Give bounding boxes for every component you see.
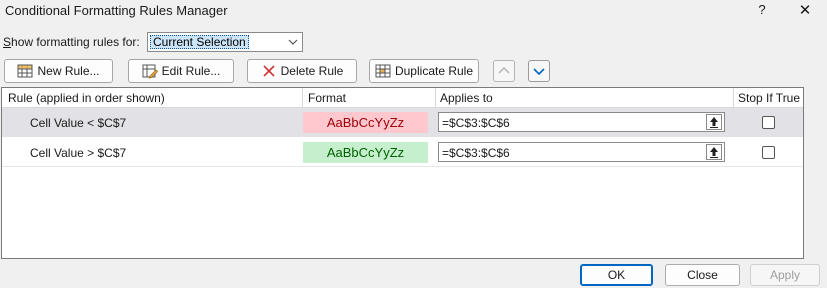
duplicate-rule-label: Duplicate Rule bbox=[394, 64, 474, 78]
edit-rule-label: Edit Rule... bbox=[161, 64, 221, 78]
delete-rule-label: Delete Rule bbox=[280, 64, 344, 78]
rule-description: Cell Value > $C$7 bbox=[30, 146, 127, 160]
show-rules-label: Show formatting rules for: bbox=[3, 35, 140, 49]
grid-header: Rule (applied in order shown) Format App… bbox=[2, 88, 803, 108]
close-button[interactable]: Close bbox=[665, 264, 740, 286]
range-selector-button[interactable] bbox=[706, 114, 722, 130]
show-rules-selected-value: Current Selection bbox=[150, 35, 249, 49]
chevron-up-icon bbox=[494, 67, 514, 84]
rules-grid: Rule (applied in order shown) Format App… bbox=[1, 87, 804, 259]
close-window-button[interactable]: ✕ bbox=[794, 1, 816, 21]
rule-row[interactable]: Cell Value < $C$7 AaBbCcYyZz =$C$3:$C$6 bbox=[2, 108, 803, 137]
collapse-arrow-icon bbox=[710, 147, 718, 158]
applies-to-field[interactable]: =$C$3:$C$6 bbox=[438, 142, 725, 162]
col-header-format: Format bbox=[308, 91, 347, 105]
col-header-rule: Rule (applied in order shown) bbox=[8, 91, 165, 105]
col-header-applies-to: Applies to bbox=[440, 91, 493, 105]
help-button[interactable]: ? bbox=[752, 2, 772, 20]
move-up-button[interactable] bbox=[493, 60, 515, 82]
apply-button[interactable]: Apply bbox=[750, 264, 820, 286]
stop-if-true-checkbox[interactable] bbox=[762, 116, 775, 129]
show-rules-label-rest: how formatting rules for: bbox=[11, 35, 140, 49]
move-down-button[interactable] bbox=[528, 60, 550, 82]
range-selector-button[interactable] bbox=[706, 144, 722, 160]
duplicate-rule-icon bbox=[375, 63, 391, 79]
chevron-down-icon bbox=[529, 68, 549, 84]
applies-to-value: =$C$3:$C$6 bbox=[442, 116, 510, 130]
edit-rule-button[interactable]: Edit Rule... bbox=[128, 59, 234, 83]
collapse-arrow-icon bbox=[710, 117, 718, 128]
stop-if-true-checkbox[interactable] bbox=[762, 146, 775, 159]
column-divider[interactable] bbox=[302, 88, 303, 108]
window-title: Conditional Formatting Rules Manager bbox=[5, 3, 228, 18]
rule-description: Cell Value < $C$7 bbox=[30, 116, 127, 130]
new-rule-button[interactable]: New Rule... bbox=[4, 59, 113, 83]
col-header-stop-if-true: Stop If True bbox=[738, 91, 801, 105]
show-rules-dropdown[interactable]: Current Selection bbox=[147, 32, 303, 52]
new-rule-label: New Rule... bbox=[37, 64, 100, 78]
edit-rule-icon bbox=[142, 63, 158, 79]
chevron-down-icon bbox=[287, 35, 299, 52]
delete-rule-button[interactable]: Delete Rule bbox=[247, 59, 357, 83]
title-bar: Conditional Formatting Rules Manager ? ✕ bbox=[0, 0, 827, 22]
applies-to-value: =$C$3:$C$6 bbox=[442, 146, 510, 160]
ok-button[interactable]: OK bbox=[580, 264, 653, 286]
applies-to-field[interactable]: =$C$3:$C$6 bbox=[438, 112, 725, 132]
delete-x-icon bbox=[261, 63, 277, 79]
column-divider[interactable] bbox=[435, 88, 436, 108]
column-divider[interactable] bbox=[733, 88, 734, 108]
duplicate-rule-button[interactable]: Duplicate Rule bbox=[369, 59, 479, 83]
format-preview: AaBbCcYyZz bbox=[303, 142, 428, 163]
new-rule-icon bbox=[17, 63, 33, 79]
format-preview: AaBbCcYyZz bbox=[303, 112, 428, 133]
rule-row[interactable]: Cell Value > $C$7 AaBbCcYyZz =$C$3:$C$6 bbox=[2, 138, 803, 167]
